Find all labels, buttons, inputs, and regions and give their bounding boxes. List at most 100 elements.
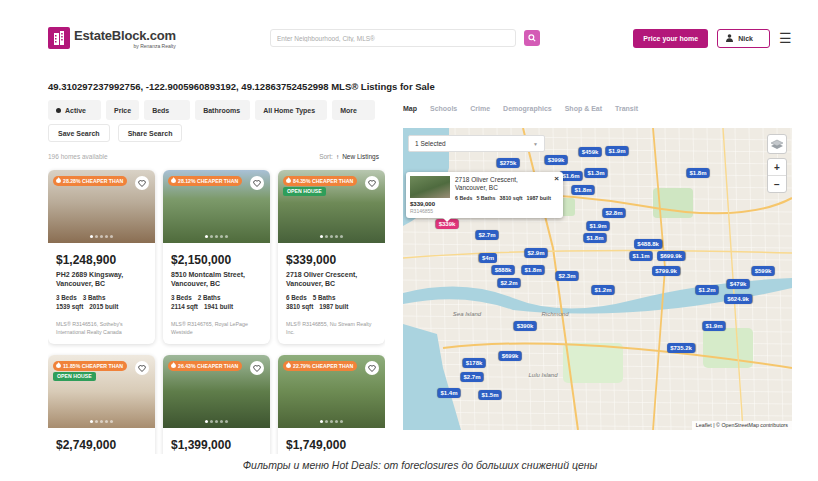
carousel-dot[interactable]	[215, 235, 218, 238]
carousel-dots[interactable]	[278, 235, 385, 238]
carousel-dot[interactable]	[90, 235, 93, 238]
favorite-heart-icon[interactable]	[365, 176, 379, 190]
price-pin[interactable]: $2.2m	[497, 278, 520, 288]
carousel-dot[interactable]	[340, 235, 343, 238]
logo[interactable]: EstateBlock.comby Renanza Realty	[48, 27, 198, 49]
layers-icon[interactable]	[767, 134, 787, 154]
carousel-dot[interactable]	[215, 420, 218, 423]
selection-dropdown[interactable]: 1 Selected▼	[408, 135, 545, 152]
price-pin[interactable]: $1.4m	[437, 388, 460, 398]
price-your-home-button[interactable]: Price your home	[633, 29, 708, 48]
carousel-dot[interactable]	[220, 420, 223, 423]
price-pin[interactable]: $888k	[492, 265, 515, 275]
price-pin[interactable]: $2.7m	[460, 372, 483, 382]
carousel-dot[interactable]	[325, 420, 328, 423]
price-pin[interactable]: $599k	[752, 266, 775, 276]
price-pin[interactable]: $275k	[497, 158, 520, 168]
price-pin[interactable]: $459k	[579, 147, 602, 157]
price-pin[interactable]: $1.9m	[605, 146, 628, 156]
price-pin[interactable]: $1.8m	[686, 168, 709, 178]
carousel-dot[interactable]	[110, 420, 113, 423]
price-pin[interactable]: $2.7m	[475, 230, 498, 240]
price-pin[interactable]: $399k	[545, 155, 568, 165]
carousel-dot[interactable]	[95, 235, 98, 238]
menu-button[interactable]: ☰	[779, 30, 792, 46]
filter-button[interactable]: Active	[48, 100, 101, 120]
save-search-button[interactable]: Save Search	[48, 124, 110, 142]
carousel-dot[interactable]	[205, 420, 208, 423]
price-pin[interactable]: $799.9k	[652, 266, 680, 276]
price-pin[interactable]: $1.3m	[584, 168, 607, 178]
carousel-dot[interactable]	[335, 420, 338, 423]
listing-card[interactable]: 11.85% CHEAPER THANOPEN HOUSE$2,749,000	[48, 355, 155, 454]
carousel-dot[interactable]	[340, 420, 343, 423]
carousel-dot[interactable]	[320, 235, 323, 238]
favorite-heart-icon[interactable]	[135, 361, 149, 375]
carousel-dot[interactable]	[225, 235, 228, 238]
price-pin[interactable]: $1.2m	[591, 285, 614, 295]
price-pin[interactable]: $735.2k	[667, 343, 695, 353]
zoom-out-button[interactable]: −	[768, 175, 786, 192]
listing-card[interactable]: 22.79% CHEAPER THAN$1,749,000	[278, 355, 385, 454]
carousel-dots[interactable]	[48, 420, 155, 423]
price-pin[interactable]: $2.8m	[602, 208, 625, 218]
price-pin[interactable]: $4m	[479, 253, 497, 263]
carousel-dot[interactable]	[205, 235, 208, 238]
price-pin[interactable]: $390k	[514, 321, 537, 331]
favorite-heart-icon[interactable]	[365, 361, 379, 375]
carousel-dot[interactable]	[100, 420, 103, 423]
price-pin[interactable]: $1.9m	[586, 221, 609, 231]
price-pin[interactable]: $1.5m	[478, 390, 501, 400]
carousel-dot[interactable]	[100, 235, 103, 238]
view-tab[interactable]: Transit	[615, 104, 638, 128]
carousel-dot[interactable]	[90, 420, 93, 423]
price-pin[interactable]: $699.9k	[657, 251, 685, 261]
price-pin[interactable]: $1.8m	[583, 233, 606, 243]
carousel-dot[interactable]	[335, 235, 338, 238]
favorite-heart-icon[interactable]	[135, 176, 149, 190]
carousel-dots[interactable]	[48, 235, 155, 238]
search-icon[interactable]	[524, 30, 540, 46]
price-pin[interactable]: $624.9k	[724, 294, 752, 304]
price-pin[interactable]: $699k	[499, 351, 522, 361]
price-pin[interactable]: $178k	[463, 358, 486, 368]
map[interactable]: Sea IslandRichmondLulu Island$275k$399k$…	[403, 128, 792, 430]
listing-card[interactable]: 26.43% CHEAPER THAN$1,399,000	[163, 355, 270, 454]
search-input[interactable]	[270, 29, 516, 47]
carousel-dot[interactable]	[325, 235, 328, 238]
carousel-dot[interactable]	[320, 420, 323, 423]
carousel-dot[interactable]	[210, 420, 213, 423]
view-tab[interactable]: Map	[403, 104, 417, 128]
price-pin[interactable]: $1.8m	[521, 265, 544, 275]
filter-button[interactable]: More	[332, 100, 375, 120]
price-pin[interactable]: $488.8k	[634, 239, 662, 249]
carousel-dots[interactable]	[278, 420, 385, 423]
carousel-dots[interactable]	[163, 235, 270, 238]
listing-card[interactable]: 28.28% CHEAPER THAN$1,248,900PH2 2689 Ki…	[48, 170, 155, 344]
filter-button[interactable]: Price	[106, 100, 139, 120]
carousel-dot[interactable]	[220, 235, 223, 238]
listing-card[interactable]: 28.12% CHEAPER THAN$2,150,0008510 Montca…	[163, 170, 270, 344]
view-tab[interactable]: Shop & Eat	[565, 104, 602, 128]
carousel-dot[interactable]	[105, 235, 108, 238]
filter-button[interactable]: Bathrooms	[195, 100, 250, 120]
view-tab[interactable]: Schools	[430, 104, 457, 128]
price-pin[interactable]: $1.1m	[629, 251, 652, 261]
price-pin[interactable]: $1.2m	[695, 285, 718, 295]
carousel-dot[interactable]	[110, 235, 113, 238]
favorite-heart-icon[interactable]	[250, 176, 264, 190]
carousel-dot[interactable]	[330, 420, 333, 423]
price-pin[interactable]: $2.9m	[524, 248, 547, 258]
view-tab[interactable]: Crime	[470, 104, 490, 128]
carousel-dot[interactable]	[210, 235, 213, 238]
filter-button[interactable]: All Home Types	[255, 100, 327, 120]
carousel-dot[interactable]	[330, 235, 333, 238]
popup-close-button[interactable]: ×	[554, 174, 559, 183]
price-pin[interactable]: $479k	[727, 279, 750, 289]
filter-button[interactable]: Beds	[144, 100, 190, 120]
listing-card[interactable]: 84.35% CHEAPER THANOPEN HOUSE$339,000271…	[278, 170, 385, 344]
share-search-button[interactable]: Share Search	[118, 124, 183, 142]
carousel-dots[interactable]	[163, 420, 270, 423]
carousel-dot[interactable]	[95, 420, 98, 423]
view-tab[interactable]: Demographics	[503, 104, 552, 128]
